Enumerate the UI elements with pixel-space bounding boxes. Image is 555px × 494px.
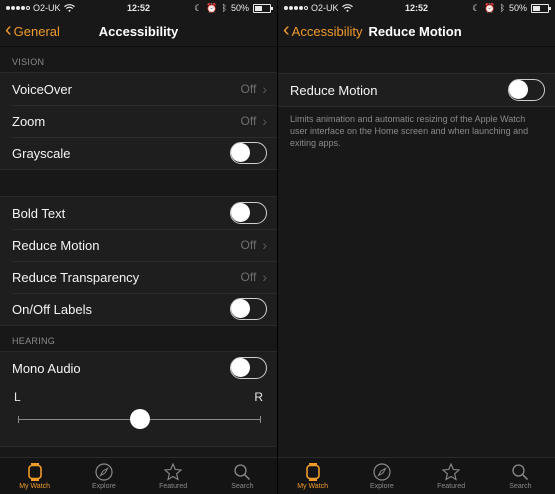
row-onoff-labels: On/Off Labels — [0, 293, 277, 325]
search-icon — [233, 462, 251, 482]
row-label: Grayscale — [12, 145, 71, 161]
accessibility-screen: O2-UK 12:52 ☾ ⏰ ᛒ 50% ‹ General Accessib… — [0, 0, 277, 494]
hearing-group: Mono Audio L R — [0, 351, 277, 447]
status-time: 12:52 — [126, 3, 151, 13]
row-value: Off — [240, 238, 257, 252]
back-label: Accessibility — [291, 23, 363, 39]
row-reduce-motion[interactable]: Reduce Motion Off › — [0, 229, 277, 261]
chevron-left-icon: ‹ — [5, 19, 12, 41]
tab-featured[interactable]: Featured — [417, 458, 486, 494]
row-label: Mono Audio — [12, 360, 81, 376]
section-header-vision: VISION — [12, 57, 45, 67]
reduce-motion-toggle[interactable] — [508, 79, 545, 101]
tab-featured[interactable]: Featured — [139, 458, 208, 494]
tab-label: My Watch — [297, 483, 329, 490]
onoff-labels-toggle[interactable] — [230, 298, 267, 320]
row-zoom[interactable]: Zoom Off › — [0, 105, 277, 137]
row-value: Off — [240, 82, 257, 96]
compass-icon — [95, 462, 113, 482]
row-label: VoiceOver — [12, 81, 72, 97]
chevron-right-icon: › — [262, 81, 267, 97]
bold-text-toggle[interactable] — [230, 202, 267, 224]
star-icon — [164, 462, 183, 482]
row-label: Zoom — [12, 113, 46, 129]
back-button[interactable]: ‹ General — [0, 19, 60, 41]
tab-my-watch[interactable]: My Watch — [278, 458, 347, 494]
tab-label: Explore — [92, 483, 116, 490]
grayscale-toggle[interactable] — [230, 142, 267, 164]
tab-label: My Watch — [19, 483, 51, 490]
tab-search[interactable]: Search — [486, 458, 555, 494]
row-mono-audio: Mono Audio — [0, 352, 277, 384]
row-label: Bold Text — [12, 205, 66, 221]
tab-label: Search — [231, 483, 254, 490]
tab-label: Search — [509, 483, 532, 490]
status-bar: O2-UK 12:52 ☾ ⏰ ᛒ 50% — [278, 0, 555, 16]
row-label: Reduce Motion — [12, 237, 100, 253]
watch-icon — [27, 462, 42, 482]
balance-right-label: R — [254, 390, 263, 404]
row-reduce-motion: Reduce Motion — [278, 74, 555, 106]
status-time: 12:52 — [404, 3, 429, 13]
tab-label: Featured — [159, 483, 188, 490]
chevron-left-icon: ‹ — [283, 19, 290, 41]
tab-label: Featured — [437, 483, 466, 490]
chevron-right-icon: › — [262, 237, 267, 253]
reduce-motion-description: Limits animation and automatic resizing … — [290, 114, 529, 148]
row-bold-text: Bold Text — [0, 197, 277, 229]
row-grayscale: Grayscale — [0, 137, 277, 169]
compass-icon — [373, 462, 391, 482]
battery-icon — [253, 3, 273, 13]
tab-bar: My Watch Explore Featured Search — [0, 457, 277, 494]
tab-explore[interactable]: Explore — [69, 458, 138, 494]
status-bar: O2-UK 12:52 ☾ ⏰ ᛒ 50% — [0, 0, 277, 16]
back-label: General — [13, 23, 60, 39]
page-title: Reduce Motion — [368, 23, 462, 39]
tab-my-watch[interactable]: My Watch — [0, 458, 69, 494]
nav-bar: ‹ General Accessibility — [0, 16, 277, 47]
row-value: Off — [240, 270, 257, 284]
tab-search[interactable]: Search — [208, 458, 277, 494]
reduce-motion-group: Reduce Motion — [278, 73, 555, 107]
row-label: Reduce Transparency — [12, 269, 140, 285]
chevron-right-icon: › — [262, 113, 267, 129]
row-label: Reduce Motion — [290, 82, 378, 98]
search-icon — [511, 462, 529, 482]
row-reduce-transparency[interactable]: Reduce Transparency Off › — [0, 261, 277, 293]
reduce-motion-screen: O2-UK 12:52 ☾ ⏰ ᛒ 50% ‹ Accessibility Re… — [278, 0, 555, 494]
tab-explore[interactable]: Explore — [347, 458, 416, 494]
mono-audio-toggle[interactable] — [230, 357, 267, 379]
back-button[interactable]: ‹ Accessibility — [278, 19, 363, 41]
vision-group: VoiceOver Off › Zoom Off › Grayscale — [0, 72, 277, 170]
battery-icon — [531, 3, 551, 13]
nav-bar: ‹ Accessibility Reduce Motion — [278, 16, 555, 47]
tab-bar: My Watch Explore Featured Search — [278, 457, 555, 494]
display-group: Bold Text Reduce Motion Off › Reduce Tra… — [0, 196, 277, 326]
star-icon — [442, 462, 461, 482]
balance-left-label: L — [14, 390, 21, 404]
balance-slider: L R — [0, 384, 277, 446]
tab-label: Explore — [370, 483, 394, 490]
section-header-hearing: HEARING — [12, 336, 56, 346]
watch-icon — [305, 462, 320, 482]
row-voiceover[interactable]: VoiceOver Off › — [0, 73, 277, 105]
row-value: Off — [240, 114, 257, 128]
chevron-right-icon: › — [262, 269, 267, 285]
row-label: On/Off Labels — [12, 301, 92, 317]
slider-thumb[interactable] — [129, 409, 150, 429]
